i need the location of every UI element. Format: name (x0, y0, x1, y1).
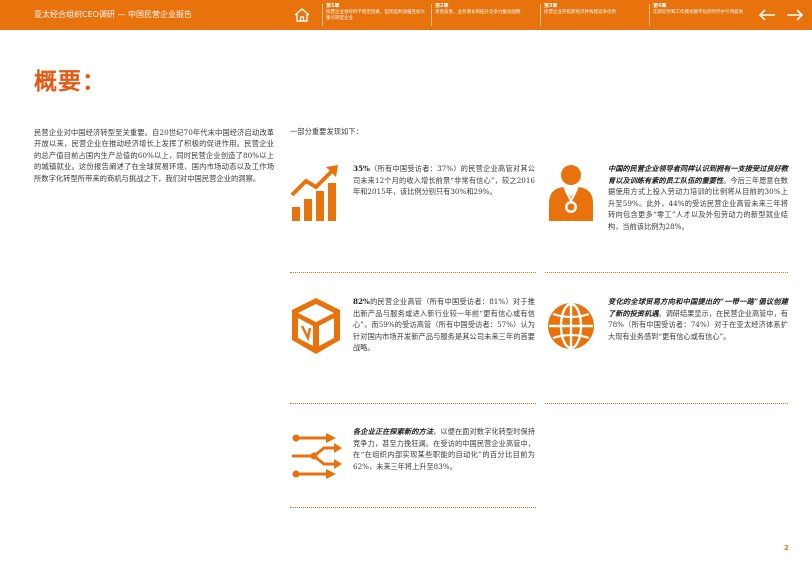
nav-divider (540, 4, 541, 26)
finding-new-products: 82%的民营企业高管（所有中国受访者：81%）对于推出新产品与服务或进入新行业较… (290, 296, 540, 388)
chapter-label: 第4章 (653, 3, 667, 9)
chapter-text: 在新形势和工作模式数字化的时代中引领前进 (653, 10, 743, 15)
finding-automation: 各企业正在探索新的方法，以便在面对数字化转型时保持竞争力，甚至力挽狂澜。在受访的… (290, 426, 540, 506)
finding-highlight: 各企业正在探索新的方法 (353, 427, 434, 436)
page-number: 2 (784, 544, 789, 552)
product-cube-icon (292, 298, 340, 354)
finding-body: 的民营企业高管（所有中国受访者：81%）对于推出新产品与服务或进入新行业较一年前… (353, 297, 535, 353)
dotted-separator (290, 507, 536, 508)
finding-text: 35%（所有中国受访者：37%）的民营企业高管对其公司未来12个月的收入增长前景… (353, 163, 535, 198)
dotted-separator (290, 403, 536, 404)
nav-divider (431, 4, 432, 26)
top-navigation-bar: 亚太经合组织CEO调研 — 中国民营企业报告 第1章 民营企业领导的不稳定因素，… (0, 0, 812, 30)
next-page-button[interactable] (783, 3, 807, 27)
growth-chart-icon (290, 165, 338, 221)
finding-text: 变化的全球贸易方向和中国提出的“一带一路”倡议创建了新的投资机遇。调研结果显示，… (608, 296, 788, 342)
previous-page-button[interactable] (755, 3, 779, 27)
chapter-text: 民营企业领导的不稳定因素，担忧盈利放缓且加大重点转型企业 (326, 10, 425, 21)
arrow-right-icon (787, 9, 804, 21)
circuit-arrows-icon (292, 433, 342, 479)
chapter-3-tab[interactable]: 第3章 民营企业开拓新经济并构建竞争优势 (544, 3, 644, 27)
nav-divider (649, 4, 650, 26)
finding-workforce-training: 中国的民营企业领导者同样认识到拥有一支接受过良好教育以及训练有素的员工队伍的重要… (545, 163, 790, 263)
home-icon (294, 8, 310, 22)
findings-intro: 一部分重要发现如下： (290, 127, 363, 136)
finding-lead: 35% (353, 164, 370, 173)
chapter-label: 第2章 (435, 3, 449, 9)
arrow-left-icon (758, 9, 775, 21)
chapter-text: 演变前景，业务增长和提升竞争力推动战略 (435, 10, 521, 15)
finding-text: 82%的民营企业高管（所有中国受访者：81%）对于推出新产品与服务或进入新行业较… (353, 296, 535, 354)
chapter-2-tab[interactable]: 第2章 演变前景，业务增长和提升竞争力推动战略 (435, 3, 535, 27)
finding-text: 中国的民营企业领导者同样认识到拥有一支接受过良好教育以及训练有素的员工队伍的重要… (608, 163, 788, 233)
chapter-label: 第3章 (544, 3, 558, 9)
chapter-1-tab[interactable]: 第1章 民营企业领导的不稳定因素，担忧盈利放缓且加大重点转型企业 (326, 3, 426, 27)
finding-body: （所有中国受访者：37%）的民营企业高管对其公司未来12个月的收入增长前景“非常… (353, 164, 535, 197)
nav-divider (322, 4, 323, 26)
chapter-label: 第1章 (326, 3, 340, 9)
intro-paragraph: 民营企业对中国经济转型至关重要。自20世纪70年代末中国经济启动改革开放以来，民… (34, 128, 274, 183)
finding-belt-and-road: 变化的全球贸易方向和中国提出的“一带一路”倡议创建了新的投资机遇。调研结果显示，… (545, 296, 790, 388)
dotted-separator (545, 403, 788, 404)
globe-icon (548, 302, 594, 350)
finding-lead: 82% (353, 297, 370, 306)
chapter-4-tab[interactable]: 第4章 在新形势和工作模式数字化的时代中引领前进 (653, 3, 749, 27)
report-brand-title: 亚太经合组织CEO调研 — 中国民营企业报告 (34, 10, 193, 19)
page-title: 概要： (34, 69, 106, 95)
chapter-text: 民营企业开拓新经济并构建竞争优势 (544, 10, 616, 15)
dotted-separator (290, 272, 536, 273)
home-button[interactable] (287, 0, 317, 30)
finding-text: 各企业正在探索新的方法，以便在面对数字化转型时保持竞争力，甚至力挽狂澜。在受访的… (353, 426, 535, 472)
medal-person-icon (549, 165, 593, 221)
dotted-separator (545, 272, 788, 273)
finding-revenue-confidence: 35%（所有中国受访者：37%）的民营企业高管对其公司未来12个月的收入增长前景… (290, 163, 540, 263)
